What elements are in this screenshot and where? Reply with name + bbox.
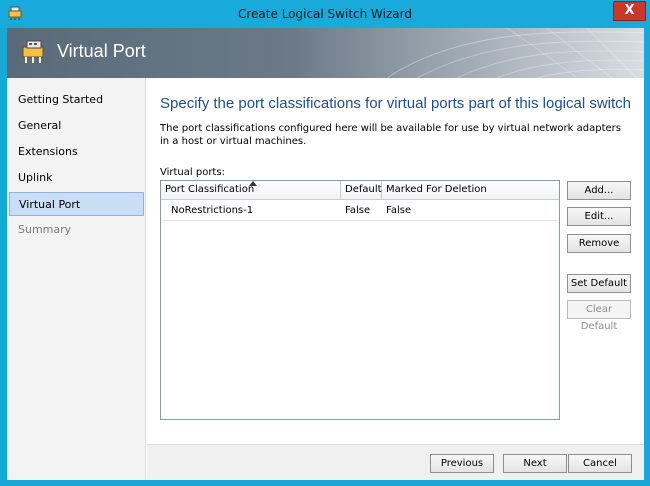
- virtual-ports-label: Virtual ports:: [160, 167, 225, 178]
- sidebar-item-uplink[interactable]: Uplink: [9, 166, 144, 190]
- page-title: Virtual Port: [57, 41, 146, 61]
- title-bar[interactable]: Create Logical Switch Wizard X: [0, 0, 650, 28]
- wizard-window: Create Logical Switch Wizard X Virtual P…: [0, 0, 650, 486]
- header-banner: Virtual Port: [7, 28, 644, 78]
- wizard-steps-sidebar: Getting Started General Extensions Uplin…: [7, 78, 146, 480]
- next-button[interactable]: Next: [503, 454, 567, 473]
- add-button[interactable]: Add...: [567, 181, 631, 200]
- main-panel: Specify the port classifications for vir…: [147, 78, 644, 444]
- previous-button[interactable]: Previous: [430, 454, 494, 473]
- cancel-button[interactable]: Cancel: [568, 454, 632, 473]
- banner-swoosh-graphic: [387, 28, 644, 78]
- column-header-port-classification[interactable]: Port Classification: [161, 181, 341, 200]
- network-switch-icon: [22, 40, 44, 63]
- remove-button[interactable]: Remove: [567, 234, 631, 253]
- close-button[interactable]: X: [613, 1, 646, 21]
- sidebar-item-summary: Summary: [18, 223, 72, 236]
- cell-marked-for-deletion: False: [386, 205, 412, 216]
- table-row[interactable]: NoRestrictions-1 False False: [162, 201, 558, 221]
- cell-port-classification: NoRestrictions-1: [171, 205, 254, 216]
- set-default-button[interactable]: Set Default: [567, 274, 631, 293]
- window-title: Create Logical Switch Wizard: [238, 7, 412, 21]
- cell-default: False: [345, 205, 371, 216]
- column-header-label: Port Classification: [165, 184, 255, 195]
- sidebar-item-general[interactable]: General: [9, 114, 144, 138]
- section-description: The port classifications configured here…: [160, 123, 621, 147]
- sort-ascending-icon: [249, 181, 257, 186]
- edit-button[interactable]: Edit...: [567, 207, 631, 226]
- column-header-default[interactable]: Default: [341, 181, 382, 200]
- wizard-footer: Previous Next Cancel: [147, 444, 644, 480]
- sidebar-item-extensions[interactable]: Extensions: [9, 140, 144, 164]
- sidebar-item-virtual-port[interactable]: Virtual Port: [9, 192, 144, 216]
- grid-header: Port Classification Default Marked For D…: [161, 181, 559, 200]
- wizard-client: Virtual Port Getting Started General Ext…: [7, 28, 644, 480]
- column-header-marked-for-deletion[interactable]: Marked For Deletion: [382, 181, 559, 200]
- virtual-ports-grid[interactable]: Port Classification Default Marked For D…: [160, 180, 560, 420]
- section-heading: Specify the port classifications for vir…: [160, 95, 632, 112]
- clear-default-button: Clear Default: [567, 300, 631, 332]
- sidebar-item-getting-started[interactable]: Getting Started: [9, 88, 144, 112]
